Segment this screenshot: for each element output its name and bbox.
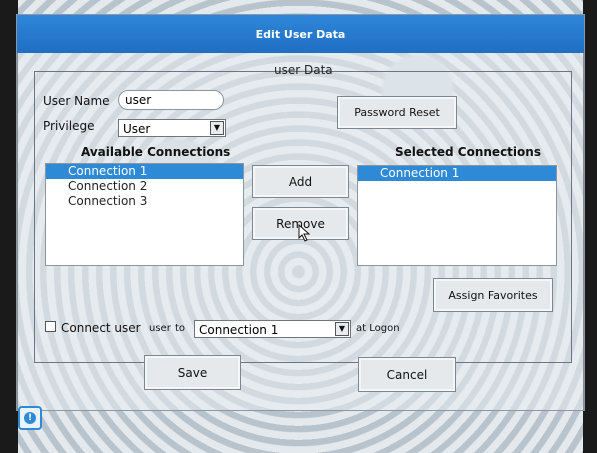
list-item[interactable]: Connection 3 (46, 194, 243, 209)
available-connections-header: Available Connections (81, 145, 231, 159)
screen-bezel-right (583, 0, 597, 453)
selection-marker (358, 166, 362, 181)
user-name-label: User Name (43, 94, 110, 108)
password-reset-button[interactable]: Password Reset (337, 96, 457, 129)
list-item-label: Connection 1 (380, 166, 460, 180)
available-connections-list[interactable]: Connection 1 Connection 2 Connection 3 (45, 163, 244, 266)
connect-target-value: Connection 1 (199, 323, 279, 337)
list-item[interactable]: Connection 1 (358, 166, 556, 181)
mouse-cursor-icon (298, 224, 311, 242)
selection-marker (46, 164, 50, 179)
info-glyph: ! (24, 412, 36, 424)
connect-target-select[interactable]: Connection 1 ▼ (194, 320, 351, 338)
dialog-title: Edit User Data (17, 15, 584, 53)
group-label: user Data (274, 63, 333, 77)
edit-user-dialog: Edit User Data user Data User Name Privi… (16, 14, 585, 411)
list-item[interactable]: Connection 2 (46, 179, 243, 194)
user-name-input[interactable] (118, 90, 224, 110)
privilege-value: User (123, 122, 151, 136)
connect-to-label: to (175, 323, 186, 334)
connect-user-checkbox[interactable] (45, 321, 56, 332)
chevron-down-icon[interactable]: ▼ (210, 121, 224, 135)
list-item-label: Connection 2 (68, 179, 148, 193)
assign-favorites-button[interactable]: Assign Favorites (433, 278, 553, 312)
info-icon[interactable]: ! (18, 406, 42, 430)
list-item[interactable]: Connection 1 (46, 164, 243, 179)
connect-user-name: user (149, 323, 171, 334)
add-button[interactable]: Add (252, 165, 349, 198)
connect-user-label: Connect user (61, 321, 141, 335)
save-button[interactable]: Save (144, 355, 241, 390)
at-logon-label: at Logon (356, 323, 400, 334)
list-item-label: Connection 1 (68, 164, 148, 178)
selected-connections-header: Selected Connections (395, 145, 541, 159)
privilege-label: Privilege (43, 119, 95, 133)
chevron-down-icon[interactable]: ▼ (335, 322, 349, 336)
list-item-label: Connection 3 (68, 194, 148, 208)
cancel-button[interactable]: Cancel (358, 357, 456, 392)
selected-connections-list[interactable]: Connection 1 (357, 165, 557, 266)
privilege-select[interactable]: User ▼ (118, 119, 226, 137)
